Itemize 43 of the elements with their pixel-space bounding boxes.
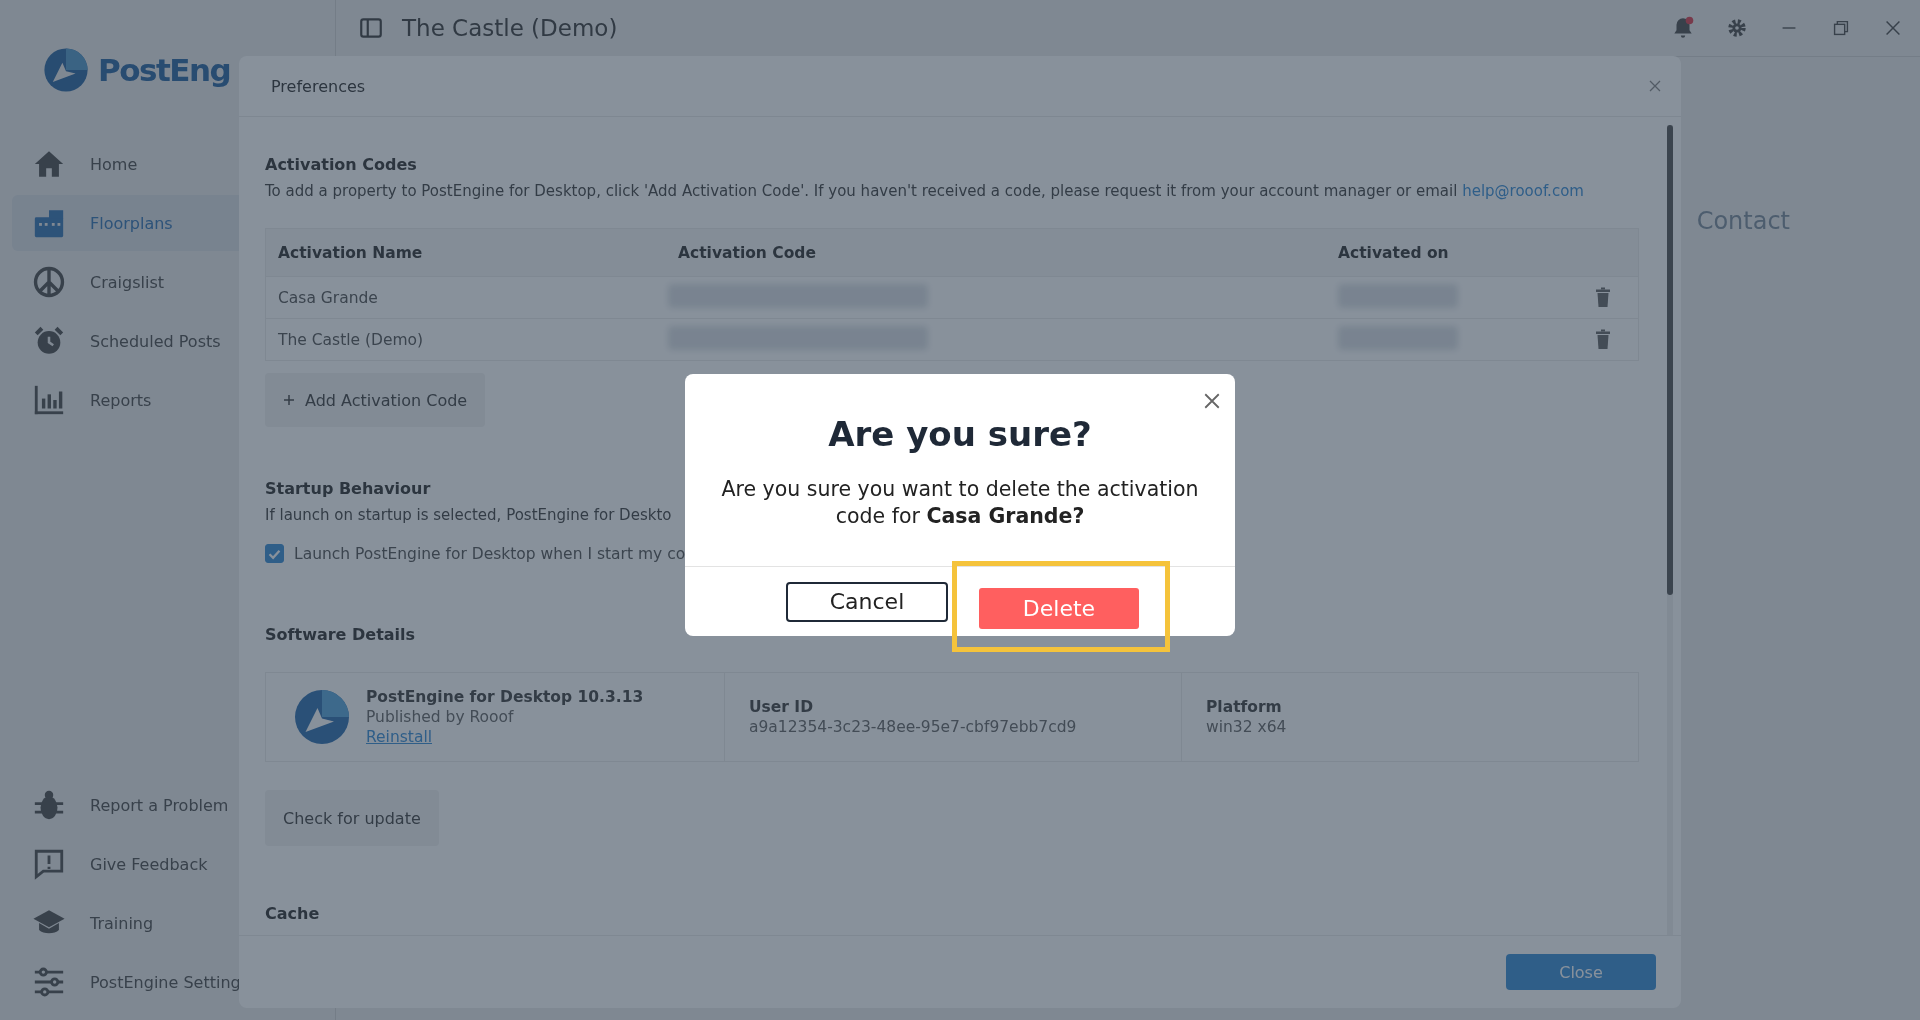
check-for-update-button[interactable]: Check for update [265,790,439,846]
close-button[interactable]: Close [1506,954,1656,990]
reinstall-link[interactable]: Reinstall [366,727,644,747]
dialog-title: Preferences [271,76,366,96]
delete-button[interactable]: Delete [979,588,1139,629]
bar-chart-icon [32,383,66,417]
close-icon[interactable] [1203,392,1221,410]
add-activation-code-button[interactable]: Add Activation Code [265,373,486,427]
section-heading: Software Details [265,625,416,644]
email-link[interactable]: help@rooof.com [1462,182,1584,200]
field-value: a9a12354-3c23-48ee-95e7-cbf97ebb7cd9 [749,717,1077,737]
window-title: The Castle (Demo) [402,15,618,41]
table-cell-text: The Castle (Demo) [277,330,425,349]
section-heading: Startup Behaviour [265,479,431,498]
sidebar-item[interactable]: PostEngine Setting [12,954,323,1010]
app-logo: PostEng [98,52,231,88]
peace-sign-icon [32,265,66,299]
section-heading: Cache [265,904,320,923]
trash-icon[interactable] [1595,287,1611,308]
feedback-icon [32,847,66,881]
field-label: User ID [749,697,814,717]
field-value: win32 x64 [1206,717,1287,737]
bug-icon [32,788,66,822]
dialog-title: Are you sure? [828,414,1092,454]
plus-icon [283,394,295,406]
settings-icon[interactable] [1726,17,1748,39]
sidebar-toggle-icon[interactable] [358,15,384,41]
field-label: Platform [1206,697,1283,717]
section-heading: Activation Codes [265,155,417,174]
trash-icon[interactable] [1595,329,1611,350]
column-header: Activated on [1338,243,1450,262]
column-header: Activation Code [678,243,817,262]
sliders-icon [32,965,66,999]
logo-icon [292,687,352,747]
table-cell-text: Casa Grande [277,288,379,307]
cancel-button[interactable]: Cancel [786,581,948,622]
product-name: PostEngine for Desktop 10.3.13 [366,687,644,707]
publisher-text: Published by Rooof [366,707,515,727]
checkbox-label: Launch PostEngine for Desktop when I start my co [294,544,686,563]
logo-icon [42,46,90,94]
dialog-message: Are you sure you want to delete the activation code for Casa Grande? [720,476,1200,530]
checkbox[interactable] [265,544,284,563]
description-text: If launch on startup is selected, PostEngine for Deskto [265,506,672,524]
